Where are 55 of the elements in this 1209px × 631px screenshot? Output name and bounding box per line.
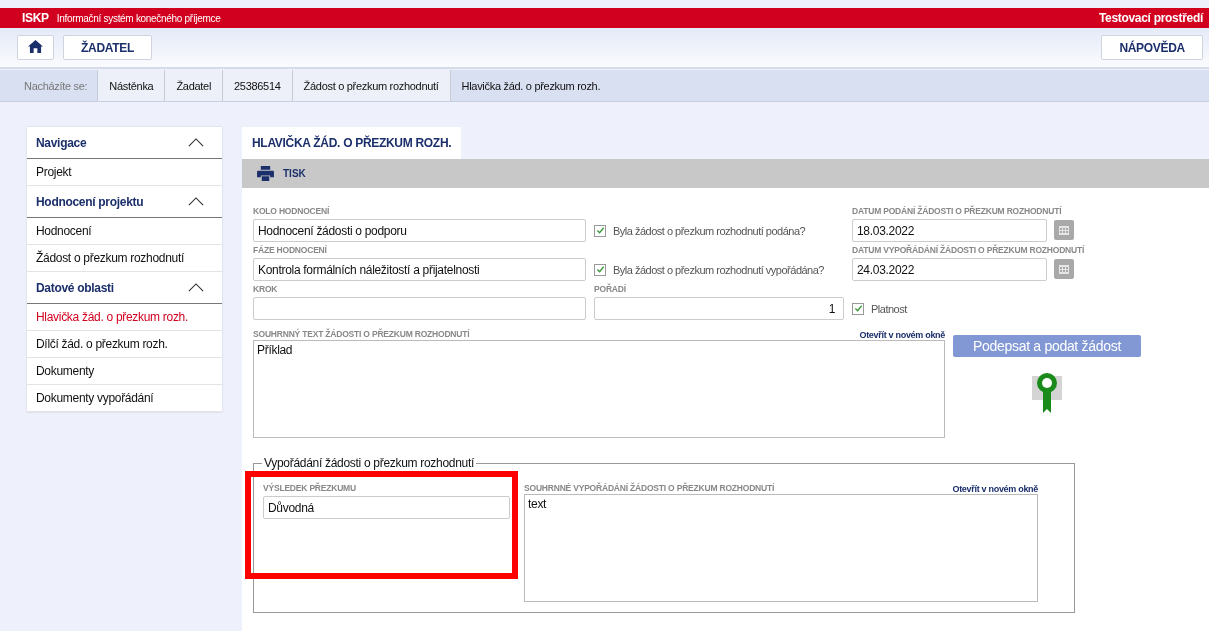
sidebar-item[interactable]: Dokumenty	[27, 358, 222, 385]
number-field[interactable]: 1	[594, 297, 844, 320]
text-area[interactable]: Příklad	[253, 340, 945, 438]
input-field[interactable]: Kontrola formálních náležitostí a přijatelnosti	[253, 258, 586, 281]
breadcrumb-item[interactable]: Nástěnka	[97, 70, 165, 101]
sidebar-item[interactable]: Hlavička žád. o přezkum rozh.	[27, 304, 222, 331]
applicant-button[interactable]: ŽADATEL	[63, 35, 152, 60]
date-field[interactable]: 18.03.2022	[852, 219, 1047, 242]
input-field[interactable]	[253, 297, 586, 320]
sidebar-item[interactable]: Žádost o přezkum rozhodnutí	[27, 245, 222, 272]
section-header[interactable]: Navigace	[27, 127, 222, 159]
environment-label: Testovací prostředí	[1098, 11, 1203, 25]
calendar-icon[interactable]	[1054, 219, 1074, 240]
field-label: DATUM PODÁNÍ ŽÁDOSTI O PŘEZKUM ROZHODNUTÍ	[852, 205, 1063, 217]
field-label: VÝSLEDEK PŘEZKUMU	[263, 482, 357, 494]
sidebar-item[interactable]: Hodnocení	[27, 218, 222, 245]
breadcrumb-item[interactable]: 25386514	[222, 70, 292, 101]
checkbox-label: Byla žádost o přezkum rozhodnutí vypořádána?	[613, 263, 824, 276]
checkbox-label: Platnost	[871, 302, 907, 315]
help-button[interactable]: NÁPOVĚDA	[1101, 35, 1203, 60]
fieldset-legend: Vypořádání žádosti o přezkum rozhodnutí	[262, 456, 476, 470]
sidebar-item[interactable]: Projekt	[27, 159, 222, 186]
sidebar-item[interactable]: Dokumenty vypořádání	[27, 385, 222, 412]
app-code: ISKP	[22, 11, 49, 25]
open-link[interactable]: Otevřít v novém okně	[859, 330, 945, 340]
breadcrumb-label: Nacházíte se:	[23, 78, 89, 94]
calendar-icon[interactable]	[1054, 258, 1074, 279]
breadcrumb-item[interactable]: Žadatel	[164, 70, 223, 101]
field-label: SOUHRNNÝ TEXT ŽÁDOSTI O PŘEZKUM ROZHODNUTÍ	[253, 328, 470, 340]
field-label: DATUM VYPOŘÁDÁNÍ ŽÁDOSTI O PŘEZKUM ROZHODNUTÍ	[852, 244, 1086, 256]
text-area[interactable]: text	[524, 494, 1038, 602]
open-link[interactable]: Otevřít v novém okně	[952, 484, 1038, 494]
field-label: SOUHRNNÉ VYPOŘÁDÁNÍ ŽÁDOSTI O PŘEZKUM ROZHODNUTÍ	[524, 482, 775, 494]
section-header[interactable]: Hodnocení projektu	[27, 186, 222, 218]
checkbox[interactable]	[852, 302, 864, 315]
field-label: KROK	[253, 283, 279, 295]
section-header[interactable]: Datové oblasti	[27, 272, 222, 304]
print-button[interactable]: TISK	[251, 165, 312, 182]
tab[interactable]: HLAVIČKA ŽÁD. O PŘEZKUM ROZH.	[242, 127, 462, 159]
input-field[interactable]: Důvodná	[263, 496, 510, 519]
breadcrumb-item[interactable]: Žádost o přezkum rozhodnutí	[291, 70, 450, 101]
checkbox[interactable]	[594, 263, 606, 276]
field-label: KOLO HODNOCENÍ	[253, 205, 331, 217]
sidebar-item[interactable]: Dílčí žád. o přezkum rozh.	[27, 331, 222, 358]
printer-icon	[257, 166, 274, 181]
checkbox[interactable]	[594, 224, 606, 237]
field-label: FÁZE HODNOCENÍ	[253, 244, 328, 256]
date-field[interactable]: 24.03.2022	[852, 258, 1047, 281]
field-label: POŘADÍ	[594, 283, 627, 295]
home-icon	[28, 39, 43, 53]
checkbox-label: Byla žádost o přezkum rozhodnutí podána?	[613, 224, 806, 237]
certificate-icon	[1032, 371, 1062, 415]
home-button[interactable]	[17, 35, 54, 60]
app-name: Informační systém konečného příjemce	[56, 12, 221, 24]
input-field[interactable]: Hodnocení žádosti o podporu	[253, 219, 586, 242]
